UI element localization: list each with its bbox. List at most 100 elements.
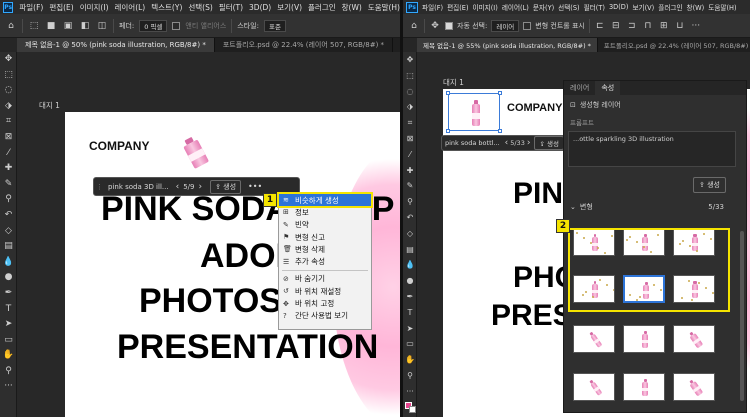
align-middle-icon[interactable]: ⊞ <box>658 20 670 32</box>
stamp-tool-icon[interactable]: ⚲ <box>0 192 17 208</box>
menu-hide-bar[interactable]: ⊘ 바 숨기기 <box>279 273 371 285</box>
marquee-tool-icon[interactable]: ⬚ <box>0 68 17 84</box>
feather-input[interactable]: 0 픽셀 <box>139 19 168 32</box>
tab-document-1[interactable]: 제목 없음-1 @ 50% (pink soda illustration, R… <box>17 38 215 52</box>
align-center-icon[interactable]: ⊟ <box>610 20 622 32</box>
menu-edit[interactable]: 편집(E) <box>447 2 468 12</box>
crop-tool-icon[interactable]: ⌗ <box>403 115 417 131</box>
variation-thumbnail[interactable] <box>623 373 665 401</box>
frame-tool-icon[interactable]: ⊠ <box>0 130 17 146</box>
prompt-textarea[interactable]: ...ottle sparkling 3D illustration <box>568 131 736 167</box>
menu-more-properties[interactable]: ☰ 추가 속성 <box>279 255 371 267</box>
menu-file[interactable]: 파일(F) <box>19 2 43 13</box>
lasso-tool-icon[interactable]: ◌ <box>403 84 417 100</box>
menu-reset-bar-position[interactable]: ↺ 바 위치 재설정 <box>279 285 371 297</box>
panel-generate-button[interactable]: ⇪ 생성 <box>693 177 726 193</box>
more-options-button[interactable]: ••• <box>245 182 265 191</box>
grip-handle-icon[interactable]: ⋮ <box>94 183 105 191</box>
object-select-tool-icon[interactable]: ⬗ <box>0 99 17 115</box>
menu-image[interactable]: 이미지(I) <box>473 2 498 12</box>
eraser-tool-icon[interactable]: ◇ <box>0 224 17 240</box>
eyedropper-tool-icon[interactable]: ⁄ <box>0 146 17 162</box>
tab-properties[interactable]: 속성 <box>595 81 621 95</box>
rectangle-tool-icon[interactable]: ▭ <box>0 333 17 349</box>
menu-window[interactable]: 창(W) <box>687 2 705 12</box>
tab-portfolio[interactable]: 포트폴리오.psd @ 22.4% (레이어 507, RGB/8#) * <box>215 38 394 52</box>
menu-select[interactable]: 선택(S) <box>558 2 579 12</box>
type-tool-icon[interactable]: T <box>0 302 17 318</box>
pen-tool-icon[interactable]: ✒ <box>0 286 17 302</box>
align-right-icon[interactable]: ⊐ <box>626 20 638 32</box>
menu-help[interactable]: 도움말(H) <box>368 2 400 13</box>
stamp-tool-icon[interactable]: ⚲ <box>403 194 417 210</box>
marquee-tool-icon[interactable]: ⬚ <box>403 68 417 84</box>
type-tool-icon[interactable]: T <box>403 305 417 321</box>
background-color-swatch[interactable] <box>409 405 416 413</box>
previous-variation-icon[interactable]: ‹ <box>172 182 184 192</box>
variation-thumbnail[interactable] <box>573 325 615 353</box>
transform-controls-checkbox[interactable] <box>523 21 532 30</box>
chevron-down-icon[interactable]: ⌄ <box>570 203 576 211</box>
menu-type[interactable]: 문자(Y) <box>533 2 554 12</box>
tab-portfolio[interactable]: 포트폴리오.psd @ 22.4% (레이어 507, RGB/8#) * <box>598 38 750 52</box>
selected-layer-transform-box[interactable] <box>446 91 502 133</box>
menu-delete-variation[interactable]: 🗑 변형 삭제 <box>279 243 371 255</box>
variation-thumbnail[interactable] <box>623 325 665 353</box>
healing-brush-icon[interactable]: ✚ <box>403 163 417 179</box>
panel-scrollbar[interactable] <box>740 231 744 401</box>
next-variation-icon[interactable]: › <box>194 182 206 192</box>
align-top-icon[interactable]: ⊓ <box>642 20 654 32</box>
crop-tool-icon[interactable]: ⌗ <box>0 114 17 130</box>
transform-handle[interactable] <box>446 91 450 95</box>
hand-tool-icon[interactable]: ✋ <box>403 352 417 368</box>
next-variation-icon[interactable]: › <box>525 138 533 148</box>
autoselect-checkbox[interactable] <box>445 21 453 30</box>
menu-file[interactable]: 파일(F) <box>422 2 443 12</box>
eraser-tool-icon[interactable]: ◇ <box>403 226 417 242</box>
menu-view[interactable]: 보기(V) <box>632 2 654 12</box>
antialias-checkbox[interactable] <box>172 21 181 30</box>
dodge-tool-icon[interactable]: ● <box>0 270 17 286</box>
menu-help[interactable]: 도움말(H) <box>708 2 736 12</box>
zoom-tool-icon[interactable]: ⚲ <box>403 368 417 384</box>
variation-thumbnail[interactable] <box>573 373 615 401</box>
home-icon[interactable]: ⌂ <box>5 20 17 32</box>
path-select-tool-icon[interactable]: ➤ <box>0 317 17 333</box>
menu-image[interactable]: 이미지(I) <box>80 2 109 13</box>
gradient-tool-icon[interactable]: ▤ <box>0 239 17 255</box>
menu-window[interactable]: 창(W) <box>342 2 362 13</box>
menu-pin-bar-position[interactable]: ✥ 바 위치 고정 <box>279 297 371 309</box>
history-brush-icon[interactable]: ↶ <box>0 208 17 224</box>
menu-edit[interactable]: 편집(E) <box>49 2 73 13</box>
variation-thumbnail[interactable] <box>673 373 715 401</box>
eyedropper-tool-icon[interactable]: ⁄ <box>403 147 417 163</box>
prompt-text[interactable]: pink soda bottl... <box>442 139 503 147</box>
zoom-tool-icon[interactable]: ⚲ <box>0 364 17 380</box>
tab-document-1[interactable]: 제목 없음-1 @ 55% (pink soda illustration, R… <box>417 38 598 52</box>
menu-report-variation[interactable]: ⚑ 변형 신고 <box>279 231 371 243</box>
transform-handle[interactable] <box>446 129 450 133</box>
generate-button[interactable]: ⇪ 생성 <box>534 136 564 150</box>
more-tools-icon[interactable]: ··· <box>0 379 17 395</box>
color-swatches[interactable] <box>403 400 416 417</box>
menu-type[interactable]: 텍스트(Y) <box>151 2 182 13</box>
menu-filter[interactable]: 필터(T) <box>219 2 243 13</box>
pen-tool-icon[interactable]: ✒ <box>403 289 417 305</box>
home-icon[interactable]: ⌂ <box>408 20 420 32</box>
object-select-tool-icon[interactable]: ⬗ <box>403 99 417 115</box>
healing-brush-icon[interactable]: ✚ <box>0 161 17 177</box>
move-tool-icon[interactable]: ✥ <box>0 52 17 68</box>
menu-3d[interactable]: 3D(D) <box>609 3 629 11</box>
move-tool-icon[interactable]: ✥ <box>403 52 417 68</box>
new-selection-icon[interactable]: ■ <box>45 20 57 32</box>
previous-variation-icon[interactable]: ‹ <box>503 138 511 148</box>
menu-select[interactable]: 선택(S) <box>188 2 212 13</box>
autoselect-select[interactable]: 레이어 <box>491 19 520 32</box>
menu-generate-similar[interactable]: ≋ 비슷하게 생성 <box>277 191 373 209</box>
menu-layer[interactable]: 레이어(L) <box>115 2 146 13</box>
style-select[interactable]: 표준 <box>263 19 286 32</box>
variation-thumbnail[interactable] <box>673 325 715 353</box>
dodge-tool-icon[interactable]: ● <box>403 273 417 289</box>
rectangle-tool-icon[interactable]: ▭ <box>403 336 417 352</box>
brush-tool-icon[interactable]: ✎ <box>403 178 417 194</box>
